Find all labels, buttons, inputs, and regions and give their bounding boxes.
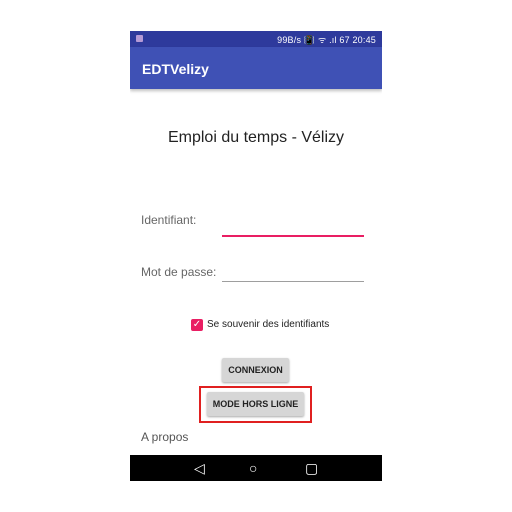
status-bar: 99B/s 📳 ᯤ .ıl 67 20:45 bbox=[130, 31, 382, 47]
navigation-bar: ◁ ○ ▢ bbox=[130, 455, 382, 481]
identifiant-underline bbox=[222, 235, 364, 237]
identifiant-field[interactable] bbox=[222, 215, 364, 235]
recents-icon[interactable]: ▢ bbox=[305, 460, 318, 476]
password-label: Mot de passe: bbox=[141, 265, 217, 279]
remember-checkbox[interactable]: ✓ bbox=[191, 319, 203, 331]
remember-label: Se souvenir des identifiants bbox=[207, 319, 330, 330]
status-indicators: 99B/s 📳 ᯤ .ıl 67 20:45 bbox=[277, 35, 376, 45]
back-icon[interactable]: ◁ bbox=[194, 460, 205, 476]
phone-screen: 99B/s 📳 ᯤ .ıl 67 20:45 EDTVelizy Emploi … bbox=[130, 31, 382, 481]
password-field[interactable] bbox=[222, 261, 364, 281]
check-icon: ✓ bbox=[192, 319, 202, 330]
offline-mode-button[interactable]: MODE HORS LIGNE bbox=[207, 392, 304, 416]
app-title: EDTVelizy bbox=[142, 61, 209, 77]
home-icon[interactable]: ○ bbox=[249, 460, 257, 476]
connexion-button[interactable]: CONNEXION bbox=[222, 358, 289, 382]
page-title: Emploi du temps - Vélizy bbox=[167, 129, 345, 146]
identifiant-label: Identifiant: bbox=[141, 213, 197, 227]
notification-icon bbox=[136, 35, 143, 42]
app-bar: EDTVelizy bbox=[130, 47, 382, 89]
password-underline bbox=[222, 281, 364, 282]
about-link[interactable]: A propos bbox=[141, 430, 188, 444]
